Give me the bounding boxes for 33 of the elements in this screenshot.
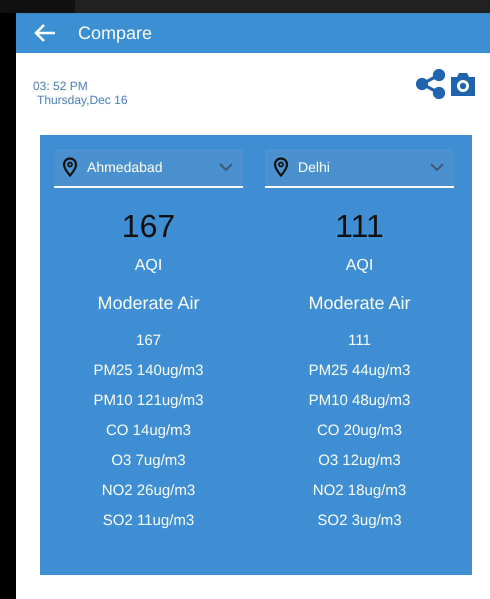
pollutant-reading: CO 20ug/m3 (316, 421, 402, 441)
pollutant-reading: PM25 44ug/m3 (308, 361, 410, 381)
pollutant-reading: SO2 11ug/m3 (102, 511, 194, 531)
page-title: Compare (78, 22, 152, 44)
location-pin-icon (62, 157, 78, 177)
city-dropdown[interactable]: Delhi (265, 149, 454, 188)
aqi-label: AQI (134, 257, 162, 275)
pollutant-reading: NO2 18ug/m3 (312, 481, 406, 501)
air-quality-category: Moderate Air (97, 293, 200, 314)
pollutant-reading: O3 12ug/m3 (318, 451, 401, 471)
share-icon (416, 69, 446, 99)
pollutant-reading: 111 (348, 331, 371, 351)
pollutant-reading: SO2 3ug/m3 (317, 511, 402, 531)
pollutant-reading: CO 14ug/m3 (106, 421, 192, 441)
share-button[interactable] (416, 69, 446, 99)
pollutant-reading: NO2 26ug/m3 (102, 481, 196, 501)
pollutant-reading: PM10 121ug/m3 (93, 391, 204, 411)
chevron-down-icon (219, 162, 233, 172)
pollutant-reading: 167 (136, 331, 162, 351)
location-pin-icon (273, 157, 289, 177)
pollutant-reading: PM25 140ug/m3 (93, 361, 204, 381)
pollutant-reading: PM10 48ug/m3 (308, 391, 410, 411)
aqi-label: AQI (346, 257, 374, 275)
chevron-down-icon (430, 162, 444, 172)
time-text: 03: 52 PM (33, 79, 89, 93)
back-arrow-icon (34, 24, 56, 42)
air-quality-category: Moderate Air (308, 293, 411, 314)
city-dropdown[interactable]: Ahmedabad (54, 149, 243, 188)
aqi-value: 167 (122, 208, 176, 245)
back-button[interactable] (34, 24, 56, 42)
aqi-value: 111 (335, 208, 384, 245)
pollutant-reading: O3 7ug/m3 (111, 451, 186, 471)
date-text: Thursday,Dec 16 (36, 93, 128, 107)
